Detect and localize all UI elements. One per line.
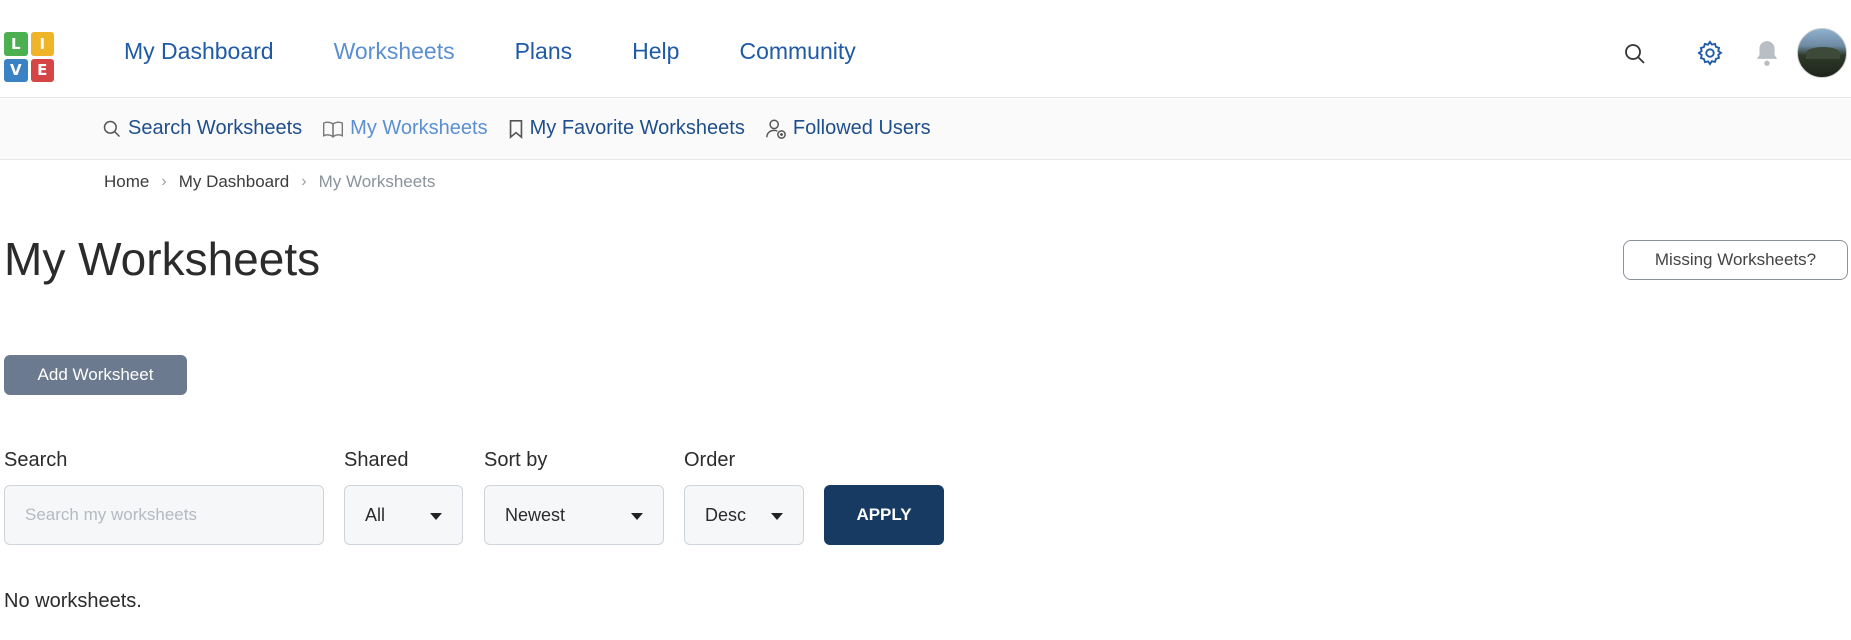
user-follow-icon bbox=[765, 119, 786, 139]
subnav-my-favorite-worksheets[interactable]: My Favorite Worksheets bbox=[508, 117, 745, 140]
subnav-search-worksheets[interactable]: Search Worksheets bbox=[102, 117, 302, 140]
breadcrumb-my-dashboard[interactable]: My Dashboard bbox=[179, 172, 290, 192]
caret-down-icon bbox=[631, 513, 643, 520]
top-navbar: L I V E My Dashboard Worksheets Plans He… bbox=[0, 0, 1851, 98]
logo-letter-i: I bbox=[30, 32, 54, 56]
sort-by-select-value: Newest bbox=[505, 504, 566, 525]
search-label: Search bbox=[4, 449, 68, 471]
caret-down-icon bbox=[430, 513, 442, 520]
sub-navbar: Search Worksheets My Worksheets My Favor… bbox=[0, 99, 1851, 160]
avatar[interactable] bbox=[1797, 28, 1847, 78]
subnav-label: Followed Users bbox=[792, 117, 931, 139]
breadcrumb-current: My Worksheets bbox=[318, 172, 436, 191]
order-select-value: Desc bbox=[705, 504, 747, 525]
live-logo[interactable]: L I V E bbox=[4, 32, 54, 82]
page-title: My Worksheets bbox=[4, 233, 321, 285]
add-worksheet-button[interactable]: Add Worksheet bbox=[4, 355, 187, 395]
nav-my-dashboard[interactable]: My Dashboard bbox=[124, 38, 274, 65]
search-input[interactable] bbox=[4, 485, 324, 545]
sort-by-label: Sort by bbox=[484, 449, 548, 471]
logo-letter-l: L bbox=[4, 32, 28, 56]
breadcrumb-home[interactable]: Home bbox=[104, 172, 149, 192]
breadcrumb: Home › My Dashboard › My Worksheets bbox=[104, 172, 435, 192]
order-select[interactable]: Desc bbox=[684, 485, 804, 545]
logo-letter-e: E bbox=[30, 58, 54, 82]
sort-by-select[interactable]: Newest bbox=[484, 485, 664, 545]
missing-worksheets-button[interactable]: Missing Worksheets? bbox=[1623, 240, 1848, 280]
chevron-right-icon: › bbox=[161, 173, 167, 190]
empty-state-message: No worksheets. bbox=[4, 590, 142, 612]
shared-select-value: All bbox=[365, 504, 386, 525]
subnav-label: My Favorite Worksheets bbox=[529, 117, 745, 139]
shared-select[interactable]: All bbox=[344, 485, 463, 545]
logo-letter-v: V bbox=[4, 58, 28, 82]
subnav-label: My Worksheets bbox=[350, 117, 488, 139]
nav-worksheets[interactable]: Worksheets bbox=[334, 38, 455, 65]
subnav-followed-users[interactable]: Followed Users bbox=[765, 117, 931, 140]
search-icon bbox=[103, 120, 121, 137]
subnav-label: Search Worksheets bbox=[128, 117, 303, 139]
search-icon[interactable] bbox=[1623, 42, 1647, 66]
chevron-right-icon: › bbox=[301, 173, 307, 190]
nav-plans[interactable]: Plans bbox=[515, 38, 573, 65]
main-nav: My Dashboard Worksheets Plans Help Commu… bbox=[124, 38, 916, 65]
bookmark-icon bbox=[509, 119, 522, 139]
nav-community[interactable]: Community bbox=[739, 38, 855, 65]
order-label: Order bbox=[684, 449, 736, 471]
subnav-my-worksheets[interactable]: My Worksheets bbox=[322, 117, 488, 140]
apply-button[interactable]: APPLY bbox=[824, 485, 944, 545]
book-icon bbox=[323, 121, 344, 138]
shared-label: Shared bbox=[344, 449, 409, 471]
nav-help[interactable]: Help bbox=[632, 38, 679, 65]
bell-icon[interactable] bbox=[1754, 39, 1780, 67]
caret-down-icon bbox=[771, 513, 783, 520]
gear-icon[interactable] bbox=[1696, 39, 1724, 67]
